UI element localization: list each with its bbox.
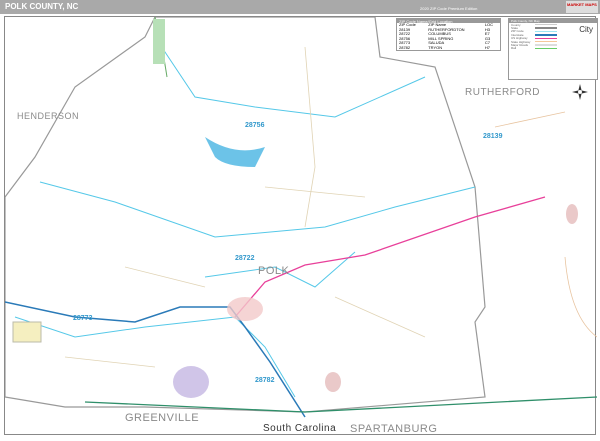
cell: H7: [484, 44, 490, 50]
county-label-greenville: GREENVILLE: [125, 412, 200, 424]
city-area: [325, 372, 341, 392]
city-columbus: [227, 297, 263, 321]
zip-label-28773: 28773: [73, 315, 93, 322]
county-label-spartanburg: SPARTANBURG: [350, 423, 438, 435]
zip-label-28722: 28722: [235, 255, 255, 262]
roads-outside: [494, 111, 598, 338]
edition-label: 2020 ZIP Code Premium Edition: [420, 6, 478, 11]
legend-item: Rail: [509, 46, 597, 50]
table-row: 28782 TRYON H7: [397, 44, 500, 51]
park-area: [153, 19, 165, 64]
city-saluda: [12, 321, 42, 343]
city-tryon: [173, 366, 209, 398]
map-title: POLK COUNTY, NC: [5, 2, 79, 11]
county-label-polk: POLK: [258, 265, 290, 277]
city-area: [566, 204, 578, 224]
zip-label-28782: 28782: [255, 377, 275, 384]
zip-code-table: ZIP Code Name/Grid Location ZIP Code ZIP …: [396, 18, 501, 51]
cell: 28782: [399, 44, 411, 50]
zip-label-28756: 28756: [245, 122, 265, 129]
map-legend: Polk County, NC Map County State ZIP Cod…: [508, 18, 598, 80]
state-label-south-carolina: South Carolina: [263, 423, 337, 434]
county-label-henderson: HENDERSON: [17, 111, 80, 121]
zip-label-28139: 28139: [483, 133, 503, 140]
compass-icon: [572, 84, 588, 100]
county-label-rutherford: RUTHERFORD: [465, 87, 540, 98]
title-bar: POLK COUNTY, NC 2020 ZIP Code Premium Ed…: [0, 0, 600, 14]
cell: TRYON: [428, 44, 443, 50]
legend-city-label: City: [579, 25, 593, 34]
brand-logo: MARKET MAPS: [566, 1, 598, 13]
county-boundary: [4, 16, 486, 413]
